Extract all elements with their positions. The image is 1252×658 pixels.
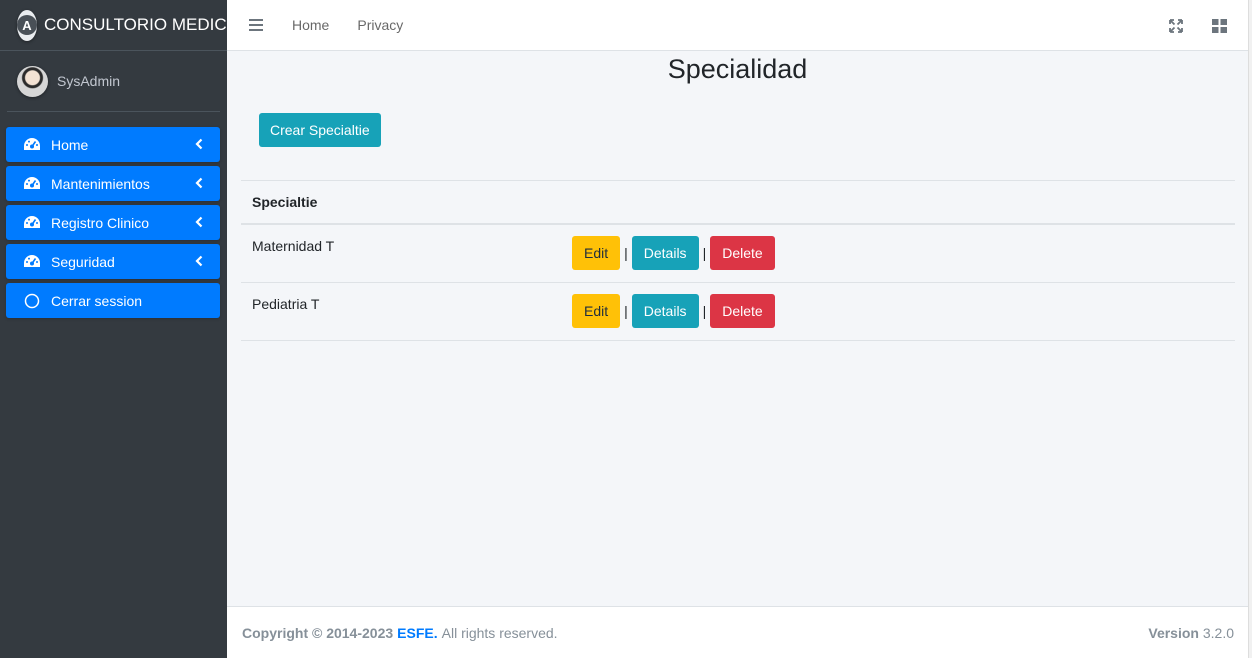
specialtie-name: Pediatria T	[252, 296, 320, 312]
tachometer-icon	[23, 175, 41, 193]
sidebar-item-label: Mantenimientos	[51, 175, 150, 192]
user-panel[interactable]: SysAdmin	[7, 51, 220, 112]
sidebar-item-mantenimientos[interactable]: Mantenimientos	[6, 166, 220, 201]
menu-toggle-icon[interactable]	[248, 17, 264, 33]
nav-link-privacy[interactable]: Privacy	[357, 17, 403, 33]
nav-link-home[interactable]: Home	[292, 17, 329, 33]
column-header-specialtie: Specialtie	[252, 194, 318, 210]
sidebar-item-label: Cerrar session	[51, 292, 143, 309]
chevron-left-icon	[193, 253, 205, 269]
version-label: Version	[1148, 624, 1199, 641]
specialties-table: Specialtie Maternidad T Edit | Details |…	[241, 180, 1235, 341]
specialtie-name: Maternidad T	[252, 238, 335, 254]
row-actions: Edit | Details | Delete	[572, 294, 775, 328]
version-info: Version 3.2.0	[1148, 625, 1234, 641]
brand-logo: A	[17, 9, 37, 41]
table-header: Specialtie	[241, 180, 1235, 225]
sidebar-item-home[interactable]: Home	[6, 127, 220, 162]
delete-button[interactable]: Delete	[710, 294, 775, 328]
copyright-text: Copyright © 2014-2023	[242, 624, 394, 641]
brand-logo-letter: A	[17, 15, 37, 35]
grid-icon[interactable]	[1211, 18, 1227, 34]
navbar-right	[1168, 0, 1248, 51]
tachometer-icon	[23, 136, 41, 154]
sidebar: A CONSULTORIO MEDICO SysAdmin Home Mante…	[0, 0, 240, 658]
window-edge	[1248, 0, 1252, 658]
sidebar-item-label: Seguridad	[51, 253, 115, 270]
fullscreen-icon[interactable]	[1168, 18, 1184, 34]
action-separator: |	[702, 245, 707, 261]
details-button[interactable]: Details	[631, 294, 699, 328]
chevron-left-icon	[193, 214, 205, 230]
chevron-left-icon	[193, 136, 205, 152]
tachometer-icon	[23, 214, 41, 232]
tachometer-icon	[23, 253, 41, 271]
table-row: Pediatria T Edit | Details | Delete	[241, 283, 1235, 341]
user-name[interactable]: SysAdmin	[57, 73, 120, 89]
table-row: Maternidad T Edit | Details | Delete	[241, 225, 1235, 283]
sidebar-item-registro-clinico[interactable]: Registro Clinico	[6, 205, 220, 240]
sidebar-item-label: Home	[51, 136, 89, 153]
edit-button[interactable]: Edit	[572, 236, 621, 270]
page-title: Specialidad	[667, 54, 808, 84]
action-separator: |	[624, 245, 628, 261]
row-actions: Edit | Details | Delete	[572, 236, 775, 270]
version-value: 3.2.0	[1202, 624, 1234, 641]
sidebar-item-cerrar-session[interactable]: Cerrar session	[6, 283, 220, 318]
avatar	[17, 65, 48, 97]
footer: Copyright © 2014-2023 ESFE. All rights r…	[227, 606, 1248, 658]
sidebar-item-label: Registro Clinico	[51, 214, 150, 231]
sidebar-nav: Home Mantenimientos Registro Clinico Seg…	[0, 127, 227, 318]
delete-button[interactable]: Delete	[710, 236, 775, 270]
chevron-left-icon	[193, 175, 205, 191]
top-navbar: Home Privacy	[227, 0, 1248, 51]
sidebar-item-seguridad[interactable]: Seguridad	[6, 244, 220, 279]
edit-button[interactable]: Edit	[572, 294, 621, 328]
rights-text: All rights reserved.	[441, 624, 558, 641]
content-wrapper: Specialidad Crear Specialtie Specialtie …	[227, 51, 1248, 606]
footer-brand-link[interactable]: ESFE.	[397, 625, 437, 641]
brand-link[interactable]: A CONSULTORIO MEDICO	[0, 0, 240, 51]
action-separator: |	[624, 303, 628, 319]
create-specialtie-button[interactable]: Crear Specialtie	[259, 113, 381, 147]
circle-icon	[23, 292, 41, 310]
action-separator: |	[702, 303, 707, 319]
details-button[interactable]: Details	[631, 236, 699, 270]
brand-name: CONSULTORIO MEDICO	[44, 15, 240, 34]
